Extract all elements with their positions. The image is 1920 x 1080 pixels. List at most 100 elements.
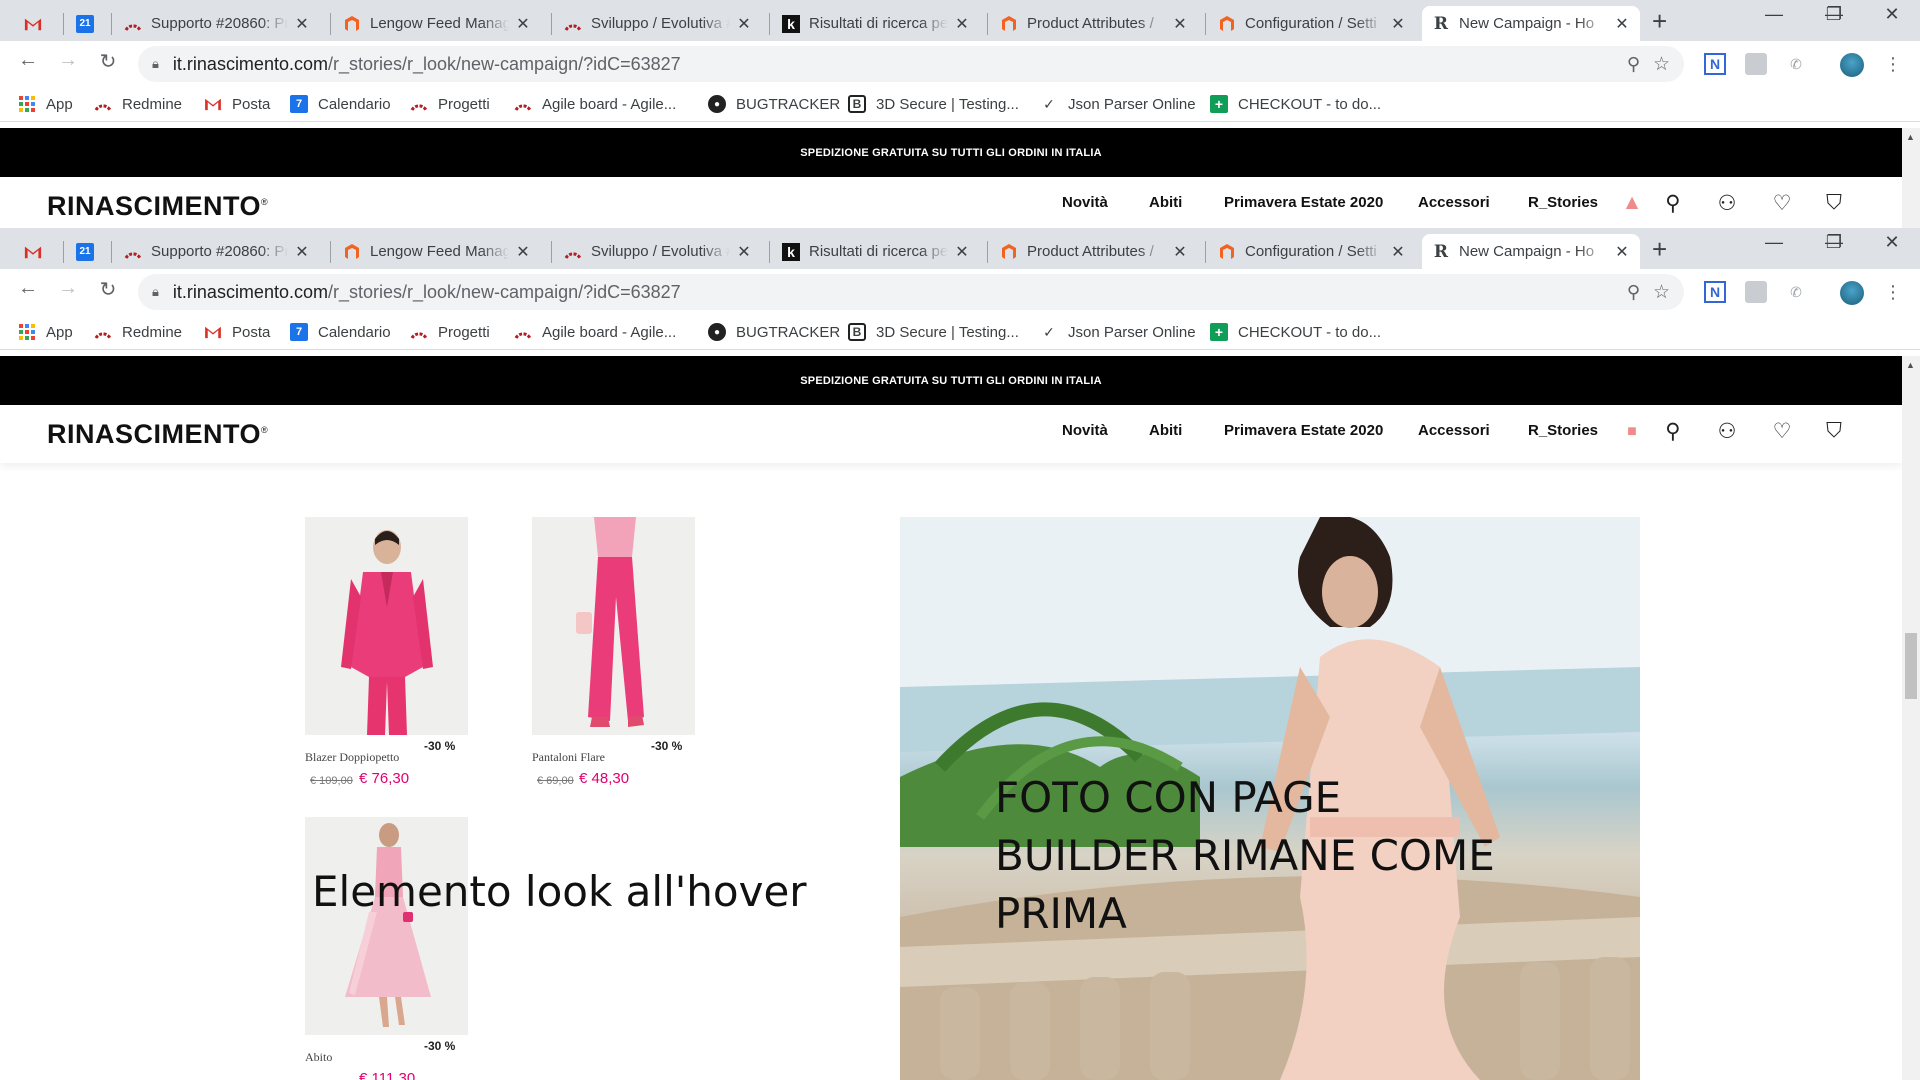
minimize-icon[interactable]: — (1752, 4, 1796, 25)
product-card[interactable]: -30 % Abito € 111,30 (305, 817, 470, 1080)
tab-calendar[interactable]: 21 (66, 6, 114, 41)
tab-calendar[interactable]: 21 (66, 234, 114, 269)
back-arrow-icon[interactable]: ← (14, 277, 42, 300)
search-icon[interactable]: ⚲ (1660, 191, 1686, 216)
menu-accessori[interactable]: Accessori (1418, 422, 1490, 439)
scroll-up-icon[interactable]: ▲ (1906, 360, 1915, 370)
bookmark-checkout[interactable]: + CHECKOUT - to do... (1210, 323, 1381, 341)
bookmark-calendario[interactable]: 7 Calendario (290, 95, 391, 113)
tab-new-campaign[interactable]: R New Campaign - Ho ✕ (1422, 234, 1640, 269)
wishlist-heart-icon[interactable]: ♡ (1769, 191, 1795, 216)
close-icon[interactable]: ✕ (1390, 242, 1406, 262)
close-icon[interactable]: ✕ (294, 14, 310, 34)
profile-avatar[interactable] (1840, 53, 1864, 77)
bookmark-redmine[interactable]: Redmine (94, 95, 182, 113)
n-extension-icon[interactable]: N (1704, 281, 1726, 303)
menu-accessori[interactable]: Accessori (1418, 194, 1490, 211)
scroll-up-icon[interactable]: ▲ (1906, 132, 1915, 142)
menu-kebab-icon[interactable]: ⋮ (1882, 53, 1904, 75)
menu-novita[interactable]: Novità (1062, 422, 1108, 439)
bookmark-posta[interactable]: Posta (204, 95, 270, 113)
bookmark-3d-secure[interactable]: B 3D Secure | Testing... (848, 323, 1019, 341)
new-tab-button[interactable]: + (1652, 7, 1667, 35)
tab-sviluppo[interactable]: Sviluppo / Evolutiva # ✕ (554, 234, 762, 269)
forward-arrow-icon[interactable]: → (54, 49, 82, 72)
scrollbar-thumb[interactable] (1905, 633, 1917, 699)
tab-risultati[interactable]: k Risultati di ricerca pe ✕ (772, 234, 980, 269)
address-bar[interactable]: 🔒︎ it.rinascimento.com/r_stories/r_look/… (138, 274, 1684, 310)
tab-lengow[interactable]: Lengow Feed Manag ✕ (333, 234, 541, 269)
bookmark-agile-board[interactable]: Agile board - Agile... (514, 95, 676, 113)
close-icon[interactable]: ✕ (954, 242, 970, 262)
forward-arrow-icon[interactable]: → (54, 277, 82, 300)
page-scrollbar[interactable]: ▲ (1902, 128, 1920, 228)
close-icon[interactable]: ✕ (736, 14, 752, 34)
bookmark-3d-secure[interactable]: B 3D Secure | Testing... (848, 95, 1019, 113)
close-icon[interactable]: ✕ (1172, 242, 1188, 262)
tab-sviluppo[interactable]: Sviluppo / Evolutiva # ✕ (554, 6, 762, 41)
menu-abiti[interactable]: Abiti (1149, 194, 1182, 211)
wishlist-heart-icon[interactable]: ♡ (1769, 419, 1795, 444)
product-image-abito[interactable] (305, 817, 468, 1035)
product-image-pantaloni[interactable] (532, 517, 695, 735)
tab-configuration[interactable]: Configuration / Setti ✕ (1208, 234, 1416, 269)
bookmark-agile-board[interactable]: Agile board - Agile... (514, 323, 676, 341)
bookmark-posta[interactable]: Posta (204, 323, 270, 341)
product-card[interactable]: -30 % Pantaloni Flare € 69,00 € 48,30 (532, 517, 697, 787)
close-icon[interactable]: ✕ (954, 14, 970, 34)
product-card[interactable]: -30 % Blazer Doppiopetto € 109,00 € 76,3… (305, 517, 470, 787)
reload-icon[interactable]: ↻ (94, 277, 122, 302)
close-icon[interactable]: ✕ (294, 242, 310, 262)
product-name[interactable]: Pantaloni Flare (532, 750, 605, 765)
zoom-icon[interactable]: ⚲ (1627, 282, 1640, 303)
bookmark-star-icon[interactable]: ☆ (1653, 53, 1670, 76)
close-icon[interactable]: ✕ (515, 242, 531, 262)
close-icon[interactable]: ✕ (736, 242, 752, 262)
reload-icon[interactable]: ↻ (94, 49, 122, 74)
close-icon[interactable]: ✕ (1614, 242, 1630, 262)
cart-bag-icon[interactable]: ⛉ (1821, 419, 1847, 443)
minimize-icon[interactable]: — (1752, 232, 1796, 253)
picture-extension-icon[interactable] (1745, 281, 1767, 303)
phone-icon[interactable]: ✆ (1785, 281, 1807, 303)
bookmark-redmine[interactable]: Redmine (94, 323, 182, 341)
tab-supporto[interactable]: Supporto #20860: Pr ✕ (114, 6, 320, 41)
bookmark-json-parser[interactable]: ✓ Json Parser Online (1040, 323, 1195, 341)
phone-icon[interactable]: ✆ (1785, 53, 1807, 75)
bookmark-app[interactable]: App (18, 323, 73, 341)
menu-primavera-estate[interactable]: Primavera Estate 2020 (1224, 422, 1383, 439)
dress-icon[interactable]: ▲ (1619, 191, 1645, 215)
menu-primavera-estate[interactable]: Primavera Estate 2020 (1224, 194, 1383, 211)
cart-lock-icon[interactable]: ■ (1619, 423, 1645, 441)
picture-extension-icon[interactable] (1745, 53, 1767, 75)
tab-configuration[interactable]: Configuration / Setti ✕ (1208, 6, 1416, 41)
product-name[interactable]: Abito (305, 1050, 332, 1065)
menu-kebab-icon[interactable]: ⋮ (1882, 281, 1904, 303)
menu-r-stories[interactable]: R_Stories (1528, 194, 1598, 211)
close-icon[interactable]: ✕ (1172, 14, 1188, 34)
bookmark-json-parser[interactable]: ✓ Json Parser Online (1040, 95, 1195, 113)
close-icon[interactable]: ✕ (515, 14, 531, 34)
menu-r-stories[interactable]: R_Stories (1528, 422, 1598, 439)
close-icon[interactable]: ✕ (1390, 14, 1406, 34)
zoom-icon[interactable]: ⚲ (1627, 54, 1640, 75)
tab-product-attributes[interactable]: Product Attributes / ✕ (990, 6, 1198, 41)
tab-new-campaign[interactable]: R New Campaign - Ho ✕ (1422, 6, 1640, 41)
close-window-icon[interactable]: ✕ (1870, 4, 1914, 25)
bookmark-checkout[interactable]: + CHECKOUT - to do... (1210, 95, 1381, 113)
profile-avatar[interactable] (1840, 281, 1864, 305)
restore-square-icon[interactable]: ❐ (1812, 4, 1856, 25)
bookmark-star-icon[interactable]: ☆ (1653, 281, 1670, 304)
tab-product-attributes[interactable]: Product Attributes / ✕ (990, 234, 1198, 269)
bookmark-bugtracker[interactable]: ● BUGTRACKER (708, 323, 840, 341)
bookmark-progetti[interactable]: Progetti (410, 323, 490, 341)
tab-gmail[interactable] (14, 6, 62, 41)
restore-square-icon[interactable]: ❐ (1812, 232, 1856, 253)
page-scrollbar[interactable]: ▲ (1902, 356, 1920, 1080)
back-arrow-icon[interactable]: ← (14, 49, 42, 72)
cart-bag-icon[interactable]: ⛉ (1821, 191, 1847, 215)
address-bar[interactable]: 🔒︎ it.rinascimento.com/r_stories/r_look/… (138, 46, 1684, 82)
site-logo[interactable]: RINASCIMENTO® (47, 191, 268, 222)
account-icon[interactable]: ⚇ (1714, 419, 1740, 444)
account-icon[interactable]: ⚇ (1714, 191, 1740, 216)
